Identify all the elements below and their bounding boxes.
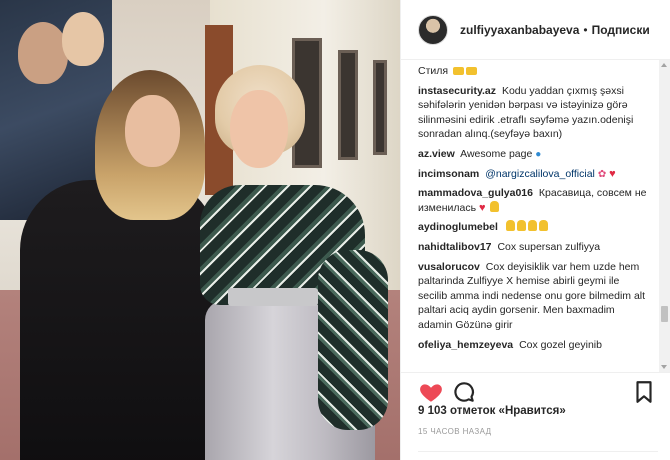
comments-list[interactable]: Стиля instasecurity.az Kodu yaddan çıxmı… bbox=[401, 60, 659, 372]
thumbs-up-emoji-icon bbox=[527, 220, 537, 232]
post-header: zulfiyyaxanbabayeva • Подписки bbox=[401, 0, 670, 60]
comment-username[interactable]: instasecurity.az bbox=[418, 85, 496, 97]
header-separator: • bbox=[583, 22, 588, 37]
add-comment-divider bbox=[418, 451, 658, 460]
comment-text: Awesome page bbox=[460, 147, 533, 160]
comment-item: az.view Awesome page ● bbox=[418, 147, 659, 162]
clap-emoji-icon bbox=[453, 67, 464, 75]
heart-emoji-icon: ♥ bbox=[479, 201, 486, 214]
tulip-emoji-icon: ✿ bbox=[597, 168, 607, 180]
post-actions: 9 103 отметок «Нравится» 15 ЧАСОВ НАЗАД bbox=[401, 372, 670, 460]
likes-count[interactable]: 9 103 отметок «Нравится» bbox=[418, 405, 566, 417]
scrollbar-thumb[interactable] bbox=[661, 306, 668, 322]
person-right-sleeve bbox=[318, 250, 388, 430]
comment-item: nahidtalibov17 Cox supersan zulfiyya bbox=[418, 240, 659, 255]
comments-scrollbar[interactable] bbox=[659, 60, 670, 372]
comment-bubble-icon[interactable] bbox=[451, 379, 477, 405]
globe-emoji-icon: ● bbox=[535, 148, 542, 160]
comment-item: aydinoglumebel bbox=[418, 220, 659, 235]
comment-text: Cox gozel geyinib bbox=[519, 338, 602, 351]
comment-username[interactable]: incimsonam bbox=[418, 168, 479, 180]
scroll-down-arrow-icon[interactable] bbox=[661, 365, 667, 369]
wall-frame bbox=[373, 60, 387, 155]
author-username[interactable]: zulfiyyaxanbabayeva bbox=[460, 23, 579, 37]
thumbs-up-emoji-icon bbox=[538, 220, 548, 232]
comment-item: vusalorucov Cox deyisiklik var hem uzde … bbox=[418, 260, 659, 333]
comment-username[interactable]: vusalorucov bbox=[418, 261, 480, 273]
post-photo[interactable] bbox=[0, 0, 400, 460]
thumbs-up-emoji-icon bbox=[516, 220, 526, 232]
heart-icon[interactable] bbox=[418, 379, 444, 405]
comment-item: incimsonam @nargizcalilova_official ✿ ♥ bbox=[418, 167, 659, 182]
person-right-face bbox=[230, 90, 288, 168]
scroll-up-arrow-icon[interactable] bbox=[661, 63, 667, 67]
comment-username[interactable]: ofeliya_hemzeyeva bbox=[418, 339, 513, 351]
comment-username[interactable]: aydinoglumebel bbox=[418, 221, 498, 233]
wall-frame bbox=[338, 50, 358, 160]
avatar[interactable] bbox=[418, 14, 448, 45]
comment-username[interactable]: az.view bbox=[418, 148, 455, 160]
person-right-belt bbox=[228, 288, 318, 306]
hand-emoji-icon bbox=[490, 200, 500, 212]
clap-emoji-icon bbox=[466, 67, 477, 75]
person-left-dress bbox=[20, 180, 215, 460]
poster-face bbox=[18, 22, 68, 84]
comment-item: ofeliya_hemzeyeva Cox gozel geyinib bbox=[418, 338, 659, 353]
comment-mention[interactable]: @nargizcalilova_official bbox=[485, 168, 595, 180]
comment-username[interactable]: nahidtalibov17 bbox=[418, 241, 492, 253]
post-sidebar: zulfiyyaxanbabayeva • Подписки Стиля ins… bbox=[400, 0, 670, 460]
comment-item: instasecurity.az Kodu yaddan çıxmış şəxs… bbox=[418, 84, 659, 142]
comment-item: mammadova_gulya016 Красавица, совсем не … bbox=[418, 186, 659, 215]
comment-text: Стиля bbox=[418, 65, 449, 77]
bookmark-icon[interactable] bbox=[631, 379, 657, 405]
post-timestamp: 15 ЧАСОВ НАЗАД bbox=[418, 427, 492, 436]
poster-face bbox=[62, 12, 104, 66]
comment-text: Cox supersan zulfiyya bbox=[497, 240, 601, 253]
heart-emoji-icon: ♥ bbox=[609, 167, 616, 180]
person-left-face bbox=[125, 95, 180, 167]
thumbs-up-emoji-icon bbox=[505, 220, 515, 232]
following-button[interactable]: Подписки bbox=[592, 23, 650, 37]
comment-item: Стиля bbox=[418, 64, 659, 79]
comment-username[interactable]: mammadova_gulya016 bbox=[418, 187, 533, 199]
